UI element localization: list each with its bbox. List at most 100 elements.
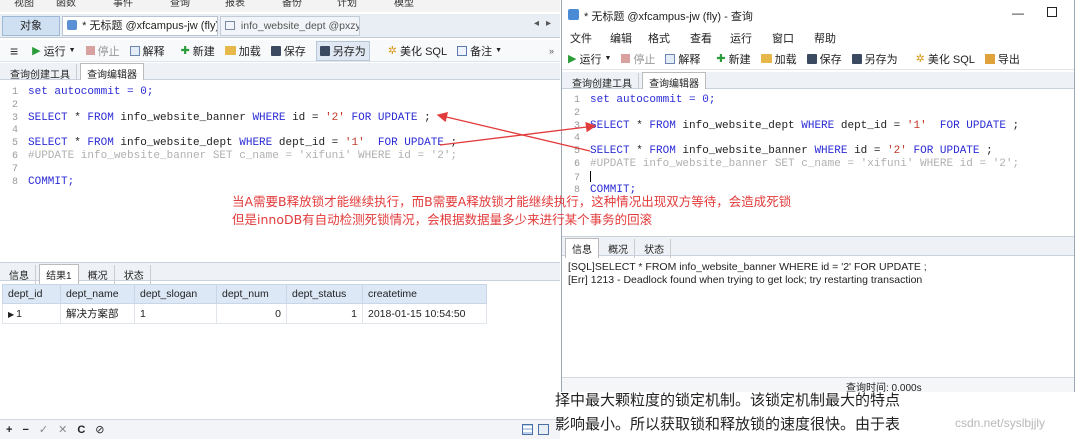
tab-query-editor-r[interactable]: 查询编辑器 bbox=[642, 72, 707, 90]
add-record-icon[interactable]: + bbox=[6, 424, 12, 436]
menu-model[interactable]: 模型 bbox=[378, 0, 433, 9]
note-button[interactable]: 备注 ▼ bbox=[457, 43, 502, 59]
menu-query[interactable]: 查询 bbox=[158, 0, 213, 9]
result-tab-info[interactable]: 信息 bbox=[3, 265, 36, 284]
load-button[interactable]: 加载 bbox=[224, 43, 261, 59]
cell[interactable]: 2018-01-15 10:54:50 bbox=[362, 303, 487, 324]
stop-refresh-icon[interactable]: ⊘ bbox=[95, 423, 104, 436]
minimize-icon[interactable]: — bbox=[1012, 6, 1024, 20]
form-view-icon[interactable] bbox=[538, 424, 549, 435]
annotation-line-2: 但是innoDB有自动检测死锁情况，会根据数据量多少来进行某个事务的回滚 bbox=[232, 212, 653, 227]
menu-window[interactable]: 窗口 bbox=[772, 30, 814, 46]
left-tab-strip: 对象 * 无标题 @xfcampus-jw (fly) ... info_web… bbox=[0, 14, 560, 38]
result-grid: dept_id dept_name dept_slogan dept_num d… bbox=[2, 284, 487, 324]
save-icon bbox=[270, 45, 281, 56]
menu-format[interactable]: 格式 bbox=[646, 30, 688, 46]
run-button-r[interactable]: ▶ 运行 ▼ bbox=[568, 51, 611, 67]
col-header[interactable]: dept_name bbox=[60, 284, 135, 304]
left-bottom-bar: + − ✓ ✕ C ⊘ bbox=[0, 419, 560, 439]
new-button-r[interactable]: ✚ 新建 bbox=[716, 51, 750, 67]
cell[interactable]: 0 bbox=[216, 303, 287, 324]
col-header[interactable]: dept_status bbox=[286, 284, 363, 304]
tab-query-untitled[interactable]: * 无标题 @xfcampus-jw (fly) ... bbox=[62, 16, 218, 36]
menu-view-r[interactable]: 查看 bbox=[688, 30, 730, 46]
code-l3-forupdate-r: FOR UPDATE bbox=[926, 119, 1006, 132]
save-as-button[interactable]: 另存为 bbox=[315, 40, 370, 61]
magic-wand-icon-r: ✲ bbox=[915, 53, 925, 65]
code-l5-t2-r: info_website_banner bbox=[675, 145, 815, 158]
menu-report[interactable]: 报表 bbox=[213, 0, 268, 9]
run-icon-r: ▶ bbox=[568, 53, 577, 65]
col-header[interactable]: dept_id bbox=[2, 284, 61, 304]
discard-icon[interactable]: ✕ bbox=[58, 423, 67, 436]
new-button[interactable]: ✚ 新建 bbox=[181, 43, 215, 59]
menu-view[interactable]: 视图 bbox=[0, 0, 48, 9]
beautify-sql-button-r[interactable]: ✲ 美化 SQL bbox=[916, 51, 975, 67]
menu-run[interactable]: 运行 bbox=[730, 30, 772, 46]
code-l5-where: WHERE bbox=[239, 137, 273, 150]
col-header[interactable]: createtime bbox=[362, 284, 487, 304]
new-label: 新建 bbox=[192, 45, 215, 58]
tab-query-editor[interactable]: 查询编辑器 bbox=[80, 63, 145, 81]
save-as-button-r[interactable]: 另存为 bbox=[851, 51, 898, 67]
tab-table-info[interactable]: info_website_dept @pxzyzx ... bbox=[220, 16, 360, 36]
annotation-text: 当A需要B释放锁才能继续执行，而B需要A释放锁才能继续执行，这种情况出现双方等待… bbox=[232, 193, 791, 229]
cell[interactable]: ▶ 1 bbox=[2, 303, 61, 324]
code-l3-end: ; bbox=[417, 111, 431, 124]
refresh-icon[interactable]: C bbox=[77, 424, 85, 436]
code-l5-t3-r: id = bbox=[847, 145, 888, 158]
menu-help[interactable]: 帮助 bbox=[814, 30, 856, 46]
menu-schedule[interactable]: 计划 bbox=[323, 0, 378, 9]
tab-object[interactable]: 对象 bbox=[2, 16, 60, 36]
cell[interactable]: 解决方案部 bbox=[60, 303, 135, 324]
result-tab-profile[interactable]: 概况 bbox=[82, 265, 115, 284]
code-line-8: 8 COMMIT; bbox=[11, 175, 75, 188]
code-l5-t1-r: * bbox=[629, 145, 650, 158]
save-button[interactable]: 保存 bbox=[270, 43, 306, 59]
run-button[interactable]: ▶ 运行 ▼ bbox=[32, 43, 75, 59]
text-cursor bbox=[590, 170, 591, 182]
menu-edit[interactable]: 编辑 bbox=[604, 30, 646, 46]
tab-query-builder-r[interactable]: 查询创建工具 bbox=[566, 73, 639, 90]
tab-scroll-right-icon[interactable]: ▸ bbox=[546, 18, 551, 29]
table-row[interactable]: ▶ 1 解决方案部 1 0 1 2018-01-15 10:54:50 bbox=[2, 303, 487, 324]
menu-backup[interactable]: 备份 bbox=[268, 0, 323, 9]
beautify-label: 美化 SQL bbox=[400, 45, 448, 58]
apply-icon[interactable]: ✓ bbox=[39, 423, 48, 436]
delete-record-icon[interactable]: − bbox=[22, 424, 28, 436]
tab-scroll-left-icon[interactable]: ◂ bbox=[534, 18, 539, 29]
result-tab-status-r[interactable]: 状态 bbox=[638, 239, 672, 258]
result-tab-result1[interactable]: 结果1 bbox=[39, 264, 79, 284]
toolbar-overflow-icon[interactable]: » bbox=[549, 46, 554, 56]
load-button-r[interactable]: 加载 bbox=[760, 51, 797, 67]
code-line-5: 5 SELECT * FROM info_website_dept WHERE d… bbox=[11, 137, 458, 150]
menu-event[interactable]: 事件 bbox=[103, 0, 158, 9]
export-button-r[interactable]: 导出 bbox=[984, 51, 1020, 67]
code-l3-t3: id = bbox=[285, 111, 326, 124]
code-l3-forupdate: FOR UPDATE bbox=[344, 111, 418, 124]
note-label: 备注 bbox=[470, 45, 493, 58]
result-tab-status[interactable]: 状态 bbox=[118, 265, 151, 284]
stop-button-r[interactable]: 停止 bbox=[621, 51, 655, 67]
beautify-sql-button[interactable]: ✲ 美化 SQL bbox=[388, 43, 447, 59]
explain-button-r[interactable]: 解释 bbox=[665, 51, 700, 67]
code-l6-comment: #UPDATE info_website_banner SET c_name =… bbox=[28, 149, 458, 162]
grid-view-icon[interactable] bbox=[522, 424, 533, 435]
code-line-2-r: 2 bbox=[573, 107, 580, 119]
magic-wand-icon: ✲ bbox=[387, 45, 398, 57]
col-header[interactable]: dept_num bbox=[216, 284, 287, 304]
result-tab-profile-r[interactable]: 概况 bbox=[602, 239, 636, 258]
menu-function[interactable]: 函数 bbox=[48, 0, 103, 9]
save-button-r[interactable]: 保存 bbox=[806, 51, 842, 67]
new-icon: ✚ bbox=[180, 45, 190, 57]
stop-button[interactable]: 停止 bbox=[85, 43, 120, 59]
hamburger-menu-icon[interactable]: ≡ bbox=[10, 43, 18, 59]
cell[interactable]: 1 bbox=[286, 303, 363, 324]
tab-query-builder[interactable]: 查询创建工具 bbox=[4, 64, 77, 81]
col-header[interactable]: dept_slogan bbox=[134, 284, 217, 304]
result-tab-info-r[interactable]: 信息 bbox=[565, 238, 599, 258]
explain-button[interactable]: 解释 bbox=[129, 43, 165, 59]
cell[interactable]: 1 bbox=[134, 303, 217, 324]
maximize-icon[interactable] bbox=[1047, 7, 1057, 17]
menu-file[interactable]: 文件 bbox=[562, 30, 604, 46]
